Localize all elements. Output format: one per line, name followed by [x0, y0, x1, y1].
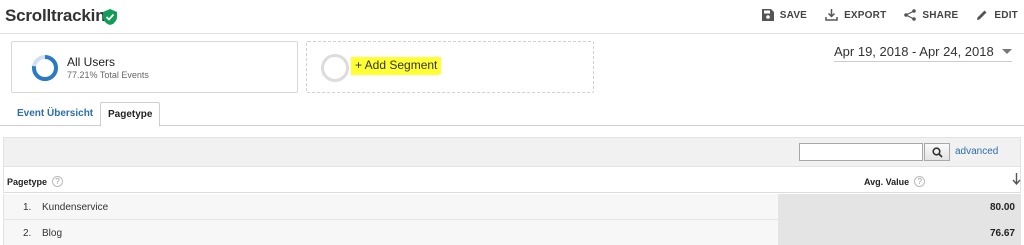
row-index: 1. [23, 202, 32, 213]
tab-pagetype[interactable]: Pagetype [100, 102, 161, 127]
page-title: Scrolltracking [5, 6, 116, 25]
add-segment-button[interactable]: + Add Segment [306, 41, 594, 93]
verified-shield-icon [103, 9, 117, 25]
table-row: 2. Blog 76.67 [3, 220, 1021, 245]
date-range-picker[interactable]: Apr 19, 2018 - Apr 24, 2018 [834, 44, 1012, 62]
column-header-avg-value[interactable]: Avg. Value ? [864, 176, 926, 187]
share-button[interactable]: SHARE [904, 9, 958, 21]
edit-label: EDIT [994, 9, 1018, 21]
help-icon[interactable]: ? [914, 176, 926, 187]
column-label: Pagetype [7, 176, 48, 187]
share-icon [904, 9, 917, 21]
segment-name: All Users [67, 55, 116, 69]
row-pagetype: Kundenservice [42, 202, 109, 213]
edit-button[interactable]: EDIT [976, 9, 1018, 21]
table-search-input[interactable] [799, 143, 923, 161]
row-avg-value: 76.67 [989, 228, 1015, 239]
value-cell: 76.67 [778, 220, 1021, 245]
row-pagetype: Blog [42, 228, 63, 239]
save-label: SAVE [779, 9, 808, 21]
export-icon [825, 9, 838, 21]
save-icon [761, 9, 774, 21]
save-button[interactable]: SAVE [761, 9, 808, 21]
empty-segment-ring-icon [321, 54, 349, 82]
segment-all-users[interactable]: All Users 77.21% Total Events [11, 41, 298, 93]
segment-subtitle: 77.21% Total Events [67, 70, 149, 80]
tab-event-uebersicht[interactable]: Event Übersicht [10, 102, 100, 126]
share-label: SHARE [922, 9, 959, 21]
pencil-icon [977, 10, 987, 20]
export-button[interactable]: EXPORT [825, 9, 886, 21]
segment-bar: All Users 77.21% Total Events + Add Segm… [0, 34, 1024, 102]
table-header: Pagetype ? Avg. Value ? [3, 167, 1021, 193]
export-label: EXPORT [844, 9, 887, 21]
row-index: 2. [23, 228, 32, 239]
advanced-filter-link[interactable]: advanced [955, 146, 998, 157]
search-button[interactable] [924, 143, 950, 161]
chevron-down-icon [1001, 49, 1012, 54]
header-actions: SAVE EXPORT SHARE EDIT [744, 9, 1018, 21]
add-segment-label: + Add Segment [351, 57, 442, 74]
help-icon[interactable]: ? [52, 176, 64, 187]
column-label: Avg. Value [864, 176, 910, 187]
table-row: 1. Kundenservice 80.00 [3, 194, 1021, 220]
segment-donut-icon [32, 55, 58, 81]
search-icon [931, 146, 943, 158]
table-toolbar: advanced [3, 137, 1021, 167]
report-header: Scrolltracking SAVE EXPORT SHARE EDIT [0, 0, 1024, 34]
report-tabs: Event Übersicht Pagetype [0, 102, 1024, 127]
value-cell: 80.00 [778, 194, 1021, 219]
row-avg-value: 80.00 [989, 202, 1015, 213]
date-range-label: Apr 19, 2018 - Apr 24, 2018 [834, 44, 994, 59]
column-header-pagetype[interactable]: Pagetype ? [7, 176, 64, 187]
sort-descending-icon[interactable] [1012, 173, 1021, 185]
